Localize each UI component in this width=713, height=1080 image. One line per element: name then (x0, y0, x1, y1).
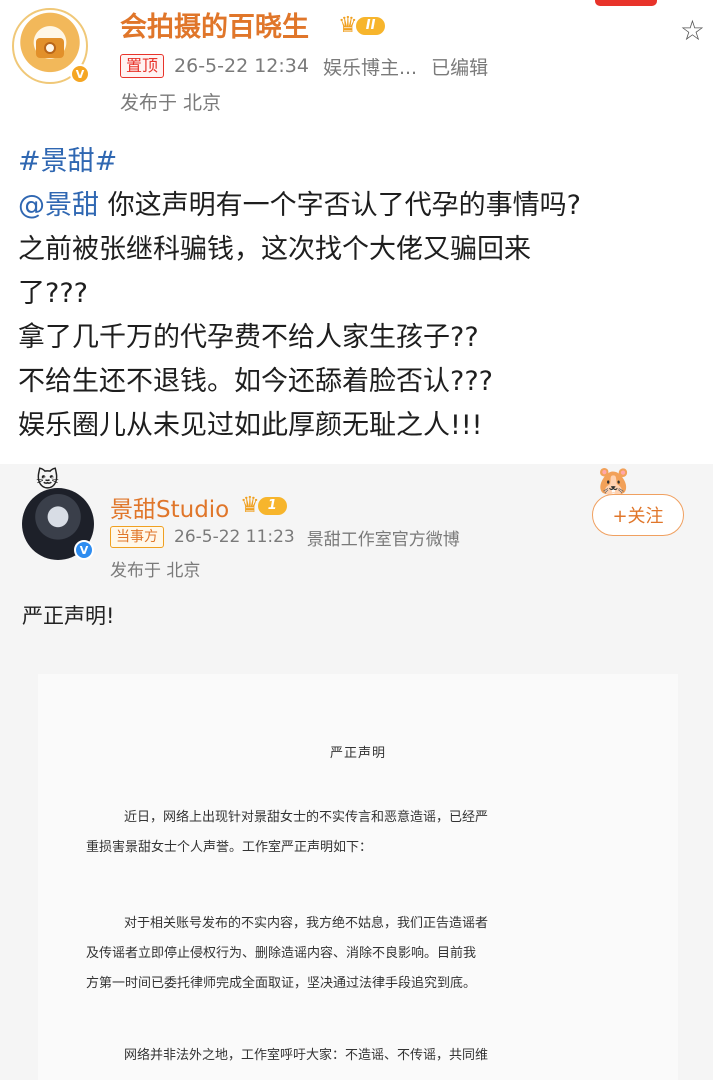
mention-link[interactable]: @景甜 (18, 190, 99, 221)
author-description: 娱乐博主... (322, 56, 418, 79)
repost-author-description: 景甜工作室官方微博 (306, 529, 460, 550)
repost-card[interactable]: 🐱 V 景甜Studio ♛ 1 当事方 26-5-22 11:23 景甜工作室… (0, 464, 713, 1080)
post-line-3: 了??? (18, 278, 88, 309)
post-line-4: 拿了几千万的代孕费不给人家生孩子?? (18, 322, 479, 353)
statement-document-image[interactable]: 严正声明 近日，网络上出现针对景甜女士的不实传言和恶意造谣，已经严 重损害景甜女… (38, 674, 678, 1080)
post-location: 发布于 北京 (120, 92, 222, 114)
follow-button[interactable]: +关注 (592, 494, 684, 536)
repost-text: 严正声明! (22, 604, 115, 628)
post-line-5: 不给生还不退钱。如今还舔着脸否认??? (18, 366, 493, 397)
edited-label[interactable]: 已编辑 (431, 53, 488, 80)
repost-verified-badge: V (74, 540, 94, 560)
pin-tag: 置顶 (120, 54, 165, 78)
crown-icon: ♛ (240, 493, 260, 518)
follow-mascot-icon: 🐹 (596, 464, 631, 497)
party-tag: 当事方 (110, 526, 164, 548)
repost-meta: 当事方 26-5-22 11:23 景甜工作室官方微博 (110, 524, 460, 550)
star-icon[interactable]: ☆ (680, 14, 705, 47)
document-title: 严正声明 (329, 746, 386, 761)
post-line-text: 你这声明有一个字否认了代孕的事情吗? (99, 190, 581, 221)
repost-datetime: 26-5-22 11:23 (174, 527, 295, 547)
post-line-2: 之前被张继科骗钱，这次找个大佬又骗回来 (18, 234, 531, 265)
crown-icon: ♛ (338, 13, 358, 38)
camera-icon (36, 38, 64, 58)
document-line: 方第一时间已委托律师完成全面取证，坚决通过法律手段追究到底。 (86, 976, 477, 991)
repost-level-badge: ♛ 1 (240, 494, 287, 518)
avatar-decoration-icon: 🐱 (36, 468, 59, 493)
post-datetime: 26-5-22 12:34 (174, 55, 309, 77)
notification-strip (595, 0, 657, 6)
repost-level-number: 1 (257, 497, 287, 515)
level-number: II (355, 17, 386, 35)
document-line: 及传谣者立即停止侵权行为、删除造谣内容、消除不良影响。目前我 (86, 946, 477, 961)
document-line: 网络并非法外之地，工作室呼吁大家：不造谣、不传谣，共同维 (124, 1048, 489, 1063)
repost-author-name[interactable]: 景甜Studio (110, 490, 229, 524)
hashtag-link[interactable]: #景甜# (18, 140, 581, 184)
author-name[interactable]: 会拍摄的百晓生 (120, 5, 309, 44)
document-line: 重损害景甜女士个人声誉。工作室严正声明如下： (86, 840, 373, 855)
verified-badge: V (70, 64, 90, 84)
post-meta: 置顶 26-5-22 12:34 娱乐博主... 已编辑 (120, 52, 488, 80)
post-body: #景甜# @景甜 你这声明有一个字否认了代孕的事情吗? 之前被张继科骗钱，这次找… (18, 140, 581, 448)
document-line: 对于相关账号发布的不实内容，我方绝不姑息，我们正告造谣者 (124, 916, 489, 931)
post-line-6: 娱乐圈儿从未见过如此厚颜无耻之人!!! (18, 410, 483, 441)
repost-location: 发布于 北京 (110, 561, 201, 581)
level-badge: ♛ II (338, 13, 386, 38)
document-line: 近日，网络上出现针对景甜女士的不实传言和恶意造谣，已经严 (124, 810, 489, 825)
post-line-1: @景甜 你这声明有一个字否认了代孕的事情吗? (18, 184, 581, 228)
